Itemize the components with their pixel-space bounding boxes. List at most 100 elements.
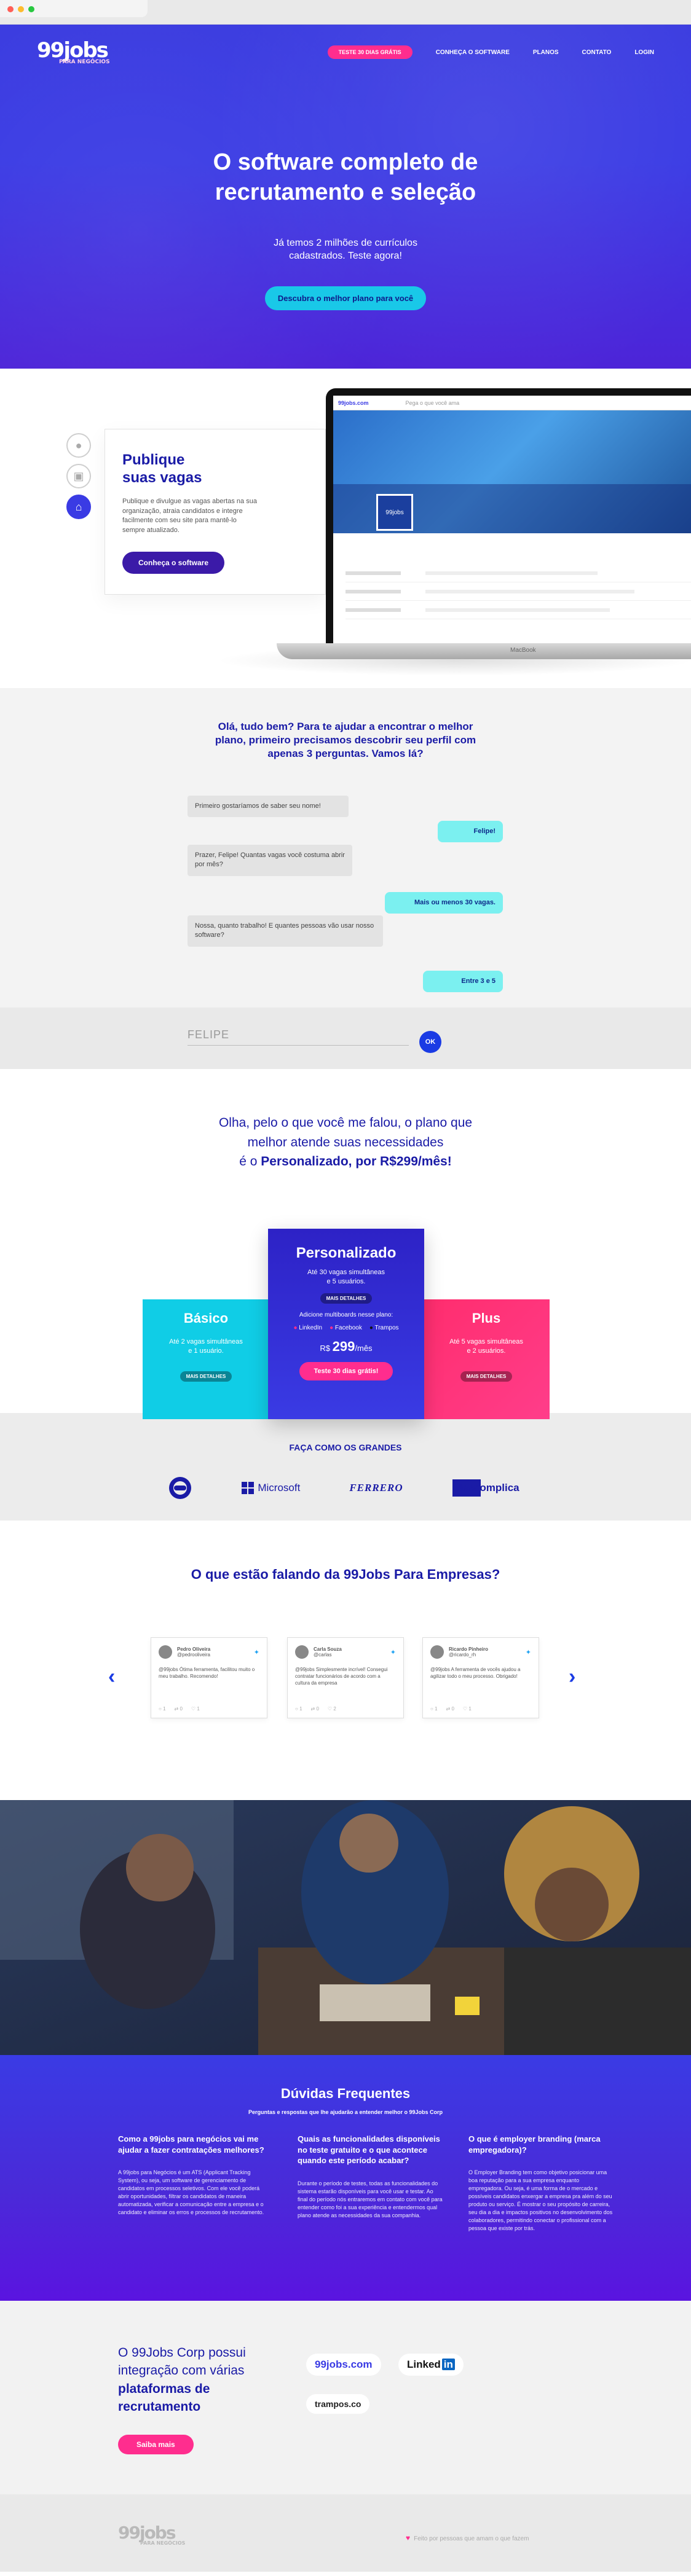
plan-name: Plus — [472, 1310, 501, 1326]
plan-details-button[interactable]: MAIS DETALHES — [180, 1371, 232, 1382]
plan-name: Personalizado — [296, 1245, 397, 1261]
save-icon[interactable]: ▣ — [66, 464, 91, 488]
footer-logo-subtitle: PARA NEGÓCIOS — [140, 2540, 186, 2546]
plan-card-basic[interactable]: Básico Até 2 vagas simultâneas e 1 usuári… — [143, 1299, 269, 1419]
nav-link-contact[interactable]: CONTATO — [582, 49, 612, 56]
feature-description: Publique e divulgue as vagas abertas na … — [122, 497, 257, 534]
multiboard-label: Adicione multiboards nesse plano: — [299, 1311, 393, 1318]
software-button[interactable]: Conheça o software — [122, 552, 225, 574]
trial-plan-button[interactable]: Teste 30 dias grátis! — [299, 1361, 393, 1380]
retweet-icon[interactable]: ⇄ 0 — [175, 1706, 183, 1712]
faq-answer: A 99jobs para Negócios é um ATS (Applica… — [118, 2169, 264, 2216]
faq-item[interactable]: Quais as funcionalidades disponíveis no … — [298, 2134, 444, 2220]
hero-cta-button[interactable]: Descubra o melhor plano para você — [265, 286, 426, 310]
nav-link-software[interactable]: CONHEÇA O SOFTWARE — [436, 49, 510, 56]
nav-link-plans[interactable]: PLANOS — [533, 49, 559, 56]
chat-title-line2: plano, primeiro precisamos descobrir seu… — [215, 734, 476, 746]
chat-bubble-user: Felipe! — [438, 821, 503, 843]
plan-card-plus[interactable]: Plus Até 5 vagas simultâneas e 2 usuários… — [423, 1299, 550, 1419]
faq-item[interactable]: Como a 99jobs para negócios vai me ajuda… — [118, 2134, 264, 2217]
board-label: Facebook — [334, 1324, 362, 1331]
plan-card-personalizado[interactable]: Personalizado Até 30 vagas simultâneas e … — [268, 1229, 424, 1419]
retweet-icon[interactable]: ⇄ 0 — [446, 1706, 454, 1712]
reply-icon[interactable]: ○ 1 — [295, 1706, 302, 1712]
board-trampos[interactable]: ● Trampos — [369, 1325, 399, 1331]
screen-logo: 99jobs.com — [338, 399, 369, 406]
retweet-icon[interactable]: ⇄ 0 — [311, 1706, 319, 1712]
partner-trampos-logo: trampos.co — [306, 2394, 370, 2414]
board-facebook[interactable]: ● Facebook — [330, 1325, 362, 1331]
minimize-window-icon[interactable] — [18, 6, 24, 12]
plan-description: Até 5 vagas simultâneas e 2 usuários. — [423, 1337, 550, 1357]
tweet-card[interactable]: Ricardo Pinheiro @ricardo_rh ✦ @99jobs A … — [422, 1637, 539, 1718]
chat-title-line3: apenas 3 perguntas. Vamos lá? — [267, 748, 424, 760]
name-input[interactable]: FELIPE — [188, 1028, 409, 1046]
recommendation-section: Olha, pelo o que você me falou, o plano … — [0, 1069, 691, 1229]
team-photo — [0, 1800, 691, 2055]
integration-section: O 99Jobs Corp possui integração com vári… — [0, 2301, 691, 2494]
nav-links: TESTE 30 DIAS GRÁTIS CONHEÇA O SOFTWARE … — [327, 45, 654, 59]
avatar — [430, 1645, 444, 1659]
microsoft-name: Microsoft — [258, 1482, 301, 1494]
reply-icon[interactable]: ○ 1 — [159, 1706, 166, 1712]
board-label: Trampos — [374, 1324, 399, 1331]
partner-99jobs-logo: 99jobs.com — [306, 2354, 381, 2376]
faq-answer: O Employer Branding tem como objetivo po… — [468, 2169, 613, 2232]
like-icon[interactable]: ♡ 1 — [463, 1706, 472, 1712]
chevron-right-icon[interactable]: › — [569, 1665, 575, 1689]
ok-button[interactable]: OK — [419, 1031, 441, 1053]
screen-company-badge: 99jobs — [376, 494, 413, 531]
price-currency: R$ — [320, 1343, 331, 1353]
plan-line: Até 2 vagas simultâneas — [169, 1338, 243, 1345]
learn-more-button[interactable]: Saiba mais — [118, 2435, 194, 2454]
hero-subtitle-line2: cadastrados. Teste agora! — [289, 251, 402, 262]
plan-line: Até 30 vagas simultâneas — [307, 1269, 385, 1276]
tweet-card[interactable]: Carla Souza @carlas ✦ @99jobs Simplesment… — [287, 1637, 404, 1718]
tweet-count: 2 — [333, 1706, 336, 1712]
faq-item[interactable]: O que é employer branding (marca emprega… — [468, 2134, 615, 2233]
chat-bubble-user: Mais ou menos 30 vagas. — [385, 892, 503, 914]
browser-chrome — [0, 0, 691, 25]
window-controls — [7, 6, 34, 12]
board-linkedin[interactable]: ● LinkedIn — [293, 1325, 322, 1331]
twitter-icon: ✦ — [390, 1648, 396, 1656]
tweet-count: 1 — [299, 1706, 302, 1712]
recommendation-highlight: Personalizado, por R$299/mês! — [261, 1154, 452, 1169]
reply-icon[interactable]: ○ 1 — [430, 1706, 438, 1712]
tweet-handle: @ricardo_rh — [449, 1652, 476, 1658]
tweet-actions: ○ 1 ⇄ 0 ♡ 2 — [295, 1706, 336, 1712]
laptop-brand: MacBook — [510, 647, 536, 654]
integration-highlight: recrutamento — [118, 2400, 201, 2414]
plan-details-button[interactable]: MAIS DETALHES — [320, 1293, 373, 1304]
footer-made-by: ♥ Feito por pessoas que amam o que fazem — [406, 2534, 529, 2542]
plan-line: e 5 usuários. — [326, 1278, 366, 1286]
user-icon[interactable]: ● — [66, 433, 91, 458]
hero-subtitle-line1: Já temos 2 milhões de currículos — [274, 237, 417, 248]
faq-section: Dúvidas Frequentes Perguntas e respostas… — [0, 2055, 691, 2301]
tweet-count: 1 — [163, 1706, 166, 1712]
top-nav: 99jobs PARA NEGÓCIOS TESTE 30 DIAS GRÁTI… — [0, 25, 691, 80]
heart-icon: ♥ — [406, 2534, 411, 2542]
screen-row — [346, 564, 691, 582]
tweet-count: 0 — [180, 1706, 183, 1712]
tweet-card[interactable]: Pedro Oliveira @pedrooliveira ✦ @99jobs Ó… — [151, 1637, 267, 1718]
plan-details-button[interactable]: MAIS DETALHES — [460, 1371, 513, 1382]
footer: 99jobs PARA NEGÓCIOS ♥ Feito por pessoas … — [0, 2494, 691, 2572]
like-icon[interactable]: ♡ 2 — [328, 1706, 336, 1712]
faq-question: Quais as funcionalidades disponíveis no … — [298, 2134, 440, 2166]
like-icon[interactable]: ♡ 1 — [191, 1706, 200, 1712]
chat-section: Olá, tudo bem? Para te ajudar a encontra… — [0, 688, 691, 1069]
chevron-left-icon[interactable]: ‹ — [108, 1665, 115, 1689]
price-value: 299 — [332, 1338, 355, 1354]
team-photo-illustration — [0, 1800, 691, 2055]
globo-logo-icon — [169, 1477, 192, 1499]
recommendation-line2: melhor atende suas necessidades — [247, 1135, 444, 1149]
trial-nav-button[interactable]: TESTE 30 DIAS GRÁTIS — [327, 45, 413, 59]
footer-logo[interactable]: 99jobs PARA NEGÓCIOS — [118, 2523, 185, 2546]
screen-rows — [333, 533, 691, 619]
nav-link-login[interactable]: LOGIN — [634, 49, 654, 56]
home-icon[interactable]: ⌂ — [66, 495, 91, 519]
maximize-window-icon[interactable] — [28, 6, 34, 12]
logo[interactable]: 99jobs PARA NEGÓCIOS — [37, 40, 110, 65]
close-window-icon[interactable] — [7, 6, 14, 12]
